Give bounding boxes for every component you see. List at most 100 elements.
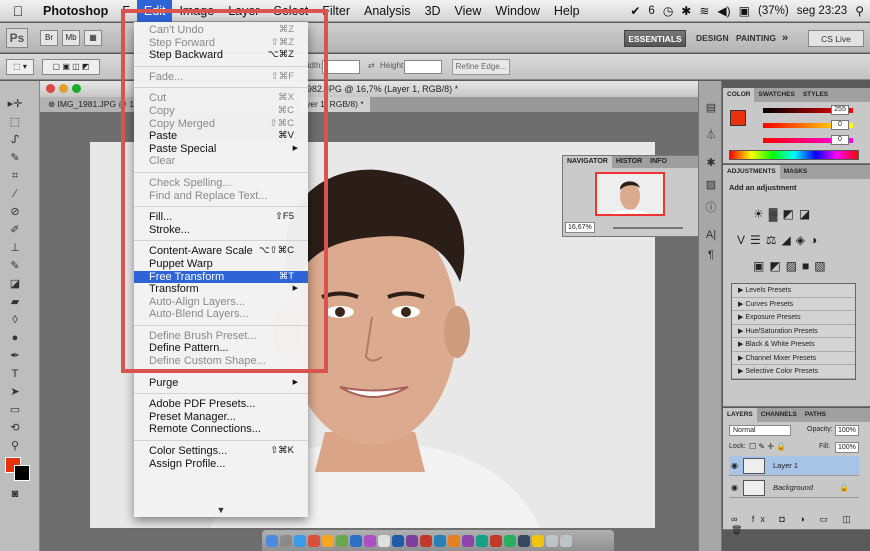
histogram-panel-icon[interactable]: ⏃ [703,126,719,141]
tab-layers[interactable]: LAYERS [723,408,757,422]
paragraph-panel-icon[interactable]: ¶ [703,249,719,263]
app-icon[interactable] [364,534,376,547]
blur-tool-icon[interactable]: ◊ [5,313,25,327]
illustrator-dock-icon[interactable] [420,534,432,547]
menu-scroll-down-icon[interactable]: ▼ [134,505,308,515]
workspace-essentials[interactable]: ESSENTIALS [624,30,686,47]
folder-icon[interactable] [546,534,558,547]
clock[interactable]: seg 23:23 [797,5,848,17]
shape-tool-icon[interactable]: ▭ [5,403,25,417]
refine-edge-button[interactable]: Refine Edge... [452,59,510,75]
lock-icons[interactable]: ☐ ✎ ✛ 🔒 [749,442,786,451]
word-dock-icon[interactable] [434,534,446,547]
bridge-icon[interactable]: Br [40,30,58,46]
navigator-zoom-field[interactable]: 16,67% [565,222,595,233]
menu-preset-manager[interactable]: Preset Manager... [134,411,308,424]
menu-view[interactable]: View [448,0,489,22]
tab-adjustments[interactable]: ADJUSTMENTS [723,165,780,179]
apple-icon[interactable]:  [0,3,36,19]
app-icon[interactable] [336,534,348,547]
time-machine-icon[interactable]: ◷ [663,4,673,18]
preset-curves[interactable]: ▶ Curves Presets [732,298,855,311]
healing-tool-icon[interactable]: ⊘ [5,205,25,219]
preset-hue-saturation[interactable]: ▶ Hue/Saturation Presets [732,325,855,338]
menu-assign-profile[interactable]: Assign Profile... [134,458,308,471]
red-value[interactable]: 255 [831,105,849,115]
minibridge-icon[interactable]: Mb [62,30,80,46]
preset-levels[interactable]: ▶ Levels Presets [732,284,855,298]
brush-panel-icon[interactable]: ✱ [703,156,719,170]
preset-selective-color[interactable]: ▶ Selective Color Presets [732,365,855,379]
chrome-icon[interactable] [308,534,320,547]
preset-channel-mixer[interactable]: ▶ Channel Mixer Presets [732,352,855,365]
pen-tool-icon[interactable]: ✒ [5,349,25,363]
zoom-tool-icon[interactable]: ⚲ [5,439,25,453]
zoom-icon[interactable] [72,84,81,93]
stamp-tool-icon[interactable]: ⊥ [5,241,25,255]
workspace-painting[interactable]: PAINTING [736,30,776,47]
character-panel-icon[interactable]: A| [703,229,719,243]
safari-icon[interactable] [294,534,306,547]
color-foreground-swatch[interactable] [730,110,746,126]
tab-channels[interactable]: CHANNELS [757,408,801,422]
preset-black-white[interactable]: ▶ Black & White Presets [732,338,855,352]
menu-remote-connections[interactable]: Remote Connections... [134,423,308,436]
brush-tool-icon[interactable]: ✐ [5,223,25,237]
tab-swatches[interactable]: SWATCHES [754,88,798,102]
tab-history[interactable]: HISTOR [612,156,646,168]
menu-color-settings[interactable]: Color Settings... ⇧⌘K [134,445,308,458]
menu-analysis[interactable]: Analysis [357,0,418,22]
firefox-icon[interactable] [322,534,334,547]
bluetooth-icon[interactable]: ✱ [681,4,691,18]
tab-paths[interactable]: PATHS [801,408,830,422]
quick-mask-icon[interactable]: ◙ [5,487,25,501]
layer-row[interactable]: ◉ Layer 1 [729,456,859,476]
app-icon[interactable] [532,534,544,547]
navigator-thumbnail[interactable] [595,172,665,216]
battery-status[interactable]: (37%) [758,5,789,17]
eyedropper-tool-icon[interactable]: ⁄ [5,187,25,201]
height-field[interactable] [404,60,442,74]
photoshop-dock-icon[interactable] [392,534,404,547]
marquee-tool-icon[interactable]: ⬚ [5,115,25,129]
blue-value[interactable]: 0 [831,135,849,145]
quick-select-tool-icon[interactable]: ✎ [5,151,25,165]
menu-3d[interactable]: 3D [418,0,448,22]
adobe-status-count[interactable]: 6 [648,5,654,17]
wifi-icon[interactable]: ≋ [699,4,709,18]
app-icon[interactable] [504,534,516,547]
mini-bridge-panel-icon[interactable]: ▤ [703,101,719,115]
crop-tool-icon[interactable]: ⌗ [5,169,25,183]
spotlight-icon[interactable]: ⚲ [855,4,864,18]
app-icon[interactable] [518,534,530,547]
adjustment-icons-row-3[interactable]: ▣◩▨■▧ [753,259,831,273]
tab-color[interactable]: COLOR [723,88,755,102]
view-extras-icon[interactable]: ▦ [84,30,102,46]
color-spectrum[interactable] [729,150,859,160]
adjustment-icons-row-1[interactable]: ☀▓◩◪ [753,207,815,221]
eraser-tool-icon[interactable]: ◪ [5,277,25,291]
menu-purge[interactable]: Purge ▶ [134,377,308,390]
finder-icon[interactable] [266,534,278,547]
app-icon[interactable] [448,534,460,547]
display-icon[interactable]: ▣ [739,4,750,18]
opacity-field[interactable]: 100% [835,425,859,436]
dodge-tool-icon[interactable]: ● [5,331,25,345]
volume-icon[interactable]: ◀) [717,4,730,18]
menu-window[interactable]: Window [488,0,546,22]
preset-exposure[interactable]: ▶ Exposure Presets [732,311,855,325]
tab-masks[interactable]: MASKS [780,165,811,179]
app-icon[interactable] [462,534,474,547]
menu-help[interactable]: Help [547,0,587,22]
blend-mode-select[interactable]: Normal [729,425,791,436]
trash-icon[interactable] [560,534,572,547]
marquee-preset-icon[interactable]: ⬚ ▾ [6,59,34,75]
minimize-icon[interactable] [59,84,68,93]
close-icon[interactable] [46,84,55,93]
path-select-tool-icon[interactable]: ➤ [5,385,25,399]
launchpad-icon[interactable] [280,534,292,547]
workspace-more[interactable]: » [782,30,788,47]
adjustment-icons-row-2[interactable]: V☰⚖◢◈◑ [737,233,822,247]
navigator-zoom-slider[interactable] [613,227,683,229]
lasso-tool-icon[interactable]: ᔑ [5,133,25,147]
